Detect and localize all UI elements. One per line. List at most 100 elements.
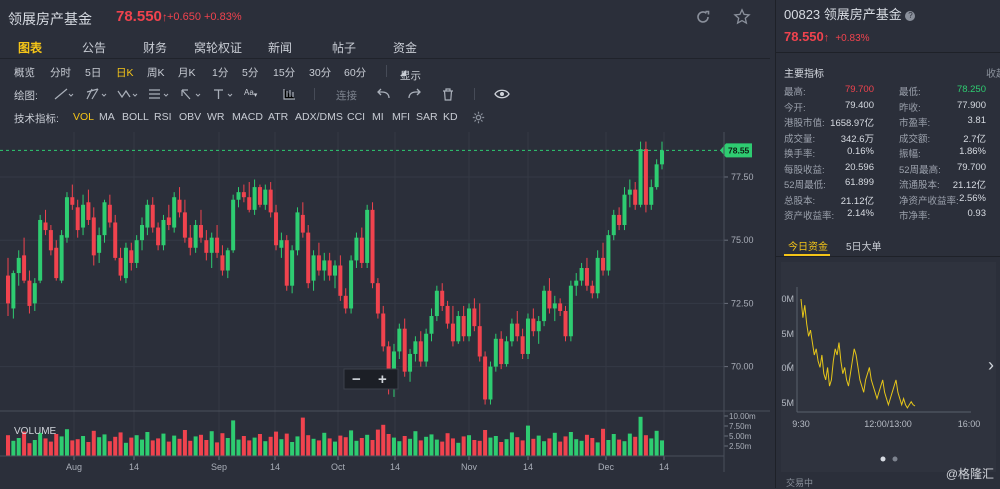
- eye-icon[interactable]: [494, 88, 510, 103]
- period-60min[interactable]: 60分: [344, 65, 366, 80]
- period-overview[interactable]: 概览: [14, 65, 35, 80]
- volume-bar: [606, 440, 611, 456]
- stock-change: +0.650 +0.83%: [167, 11, 242, 23]
- settings-gear-icon[interactable]: [472, 111, 485, 127]
- candle-body: [365, 209, 370, 263]
- tab-capital[interactable]: 资金: [393, 39, 417, 56]
- arrow-tool-icon[interactable]: [180, 88, 202, 103]
- volume-bar: [391, 437, 396, 456]
- period-15min[interactable]: 15分: [273, 65, 295, 80]
- stat-value: 20.596: [844, 161, 874, 173]
- indicator-mi[interactable]: MI: [372, 111, 384, 123]
- tab-news[interactable]: 新闻: [268, 39, 292, 56]
- stats-collapse-button[interactable]: 收起: [986, 65, 1000, 80]
- stat-value: 1658.97亿: [830, 118, 874, 129]
- tab-posts[interactable]: 帖子: [332, 39, 356, 56]
- pager-dot[interactable]: [892, 456, 898, 462]
- connect-tool[interactable]: 连接: [336, 88, 357, 103]
- volume-bar: [123, 442, 128, 456]
- zoom-in-button[interactable]: +: [378, 371, 387, 388]
- main-tabs: 图表 公告 财务 窝轮权证 新闻 帖子 资金: [0, 36, 770, 59]
- trash-icon[interactable]: [442, 88, 454, 104]
- stat-value: 0.16%: [847, 146, 874, 157]
- candle-body: [22, 255, 27, 281]
- star-icon[interactable]: [733, 8, 751, 31]
- zoom-out-button[interactable]: −: [352, 371, 361, 388]
- period-5day[interactable]: 5日: [85, 65, 101, 80]
- indicator-mfi[interactable]: MFI: [392, 111, 410, 123]
- candle-body: [343, 295, 348, 309]
- indicator-adx[interactable]: ADX/DMS: [295, 111, 343, 123]
- tab-chart[interactable]: 图表: [18, 39, 42, 56]
- indicator-vol[interactable]: VOL: [73, 111, 94, 123]
- candle-body: [11, 273, 16, 309]
- fib-tool-icon[interactable]: [148, 88, 170, 103]
- candle-body: [429, 316, 434, 334]
- volume-bar: [6, 435, 10, 456]
- tab-financials[interactable]: 财务: [143, 39, 167, 56]
- indicator-cci[interactable]: CCI: [347, 111, 365, 123]
- period-intraday[interactable]: 分时: [50, 65, 71, 80]
- stock-price: 78.550↑: [116, 8, 168, 25]
- undo-icon[interactable]: [376, 88, 390, 103]
- candle-body: [27, 280, 32, 306]
- indicator-ma[interactable]: MA: [99, 111, 115, 123]
- volume-bar: [375, 429, 380, 456]
- indicator-wr[interactable]: WR: [207, 111, 225, 123]
- candle-body: [633, 189, 638, 205]
- indicator-kd[interactable]: KD: [443, 111, 458, 123]
- side-panel: 00823 领展房产基金 ? 78.550↑ +0.83% 主要指标 收起 最高…: [775, 0, 1000, 488]
- indicator-rsi[interactable]: RSI: [154, 111, 172, 123]
- period-monthly-k[interactable]: 月K: [178, 65, 196, 80]
- period-weekly-k[interactable]: 周K: [147, 65, 165, 80]
- prev-arrow-icon[interactable]: ‹: [786, 355, 792, 376]
- candle-body: [477, 326, 482, 357]
- font-size-tool-icon[interactable]: Aa ▾: [244, 88, 257, 99]
- candle-body: [172, 197, 177, 228]
- period-30min[interactable]: 30分: [309, 65, 331, 80]
- candle-body: [547, 290, 552, 309]
- candle-body: [445, 305, 450, 324]
- volume-bar: [172, 435, 177, 456]
- indicator-sar[interactable]: SAR: [416, 111, 438, 123]
- volume-bar: [509, 432, 514, 456]
- refresh-icon[interactable]: [694, 8, 712, 31]
- candle-body: [660, 150, 664, 165]
- period-5min[interactable]: 5分: [242, 65, 258, 80]
- channel-tool-icon[interactable]: [86, 88, 108, 103]
- tab-today-fund[interactable]: 今日资金: [788, 238, 828, 253]
- period-1min[interactable]: 1分: [212, 65, 228, 80]
- candle-body: [220, 255, 225, 271]
- fund-card: 30M25M20M15M9:3012:00/13:0016:00: [776, 262, 996, 472]
- volume-bar: [542, 441, 547, 456]
- redo-icon[interactable]: [408, 88, 422, 103]
- price-tick-label: 72.50: [731, 298, 754, 308]
- price-tick-label: 77.50: [731, 172, 754, 182]
- fund-y-label: 15M: [781, 398, 794, 408]
- next-arrow-icon[interactable]: ›: [988, 355, 994, 376]
- info-icon[interactable]: ?: [905, 11, 916, 21]
- candlestick-chart[interactable]: 77.50 75.00 72.50 70.00 10.00m7.50m5.00m2.50…: [0, 132, 770, 488]
- tab-warrants[interactable]: 窝轮权证: [194, 39, 242, 56]
- tab-5day-block[interactable]: 5日大单: [846, 238, 882, 253]
- volume-bar: [531, 438, 536, 456]
- line-tool-icon[interactable]: [54, 88, 74, 103]
- stat-value: 3.81: [967, 115, 987, 126]
- volume-bar: [182, 430, 187, 456]
- measure-tool-icon[interactable]: [282, 88, 296, 103]
- candle-body: [520, 336, 525, 354]
- indicator-obv[interactable]: OBV: [179, 111, 201, 123]
- tab-announcements[interactable]: 公告: [82, 39, 106, 56]
- indicator-macd[interactable]: MACD: [232, 111, 263, 123]
- candle-body: [257, 187, 262, 205]
- indicator-boll[interactable]: BOLL: [122, 111, 149, 123]
- candle-body: [579, 268, 584, 281]
- candle-body: [129, 250, 134, 263]
- wave-tool-icon[interactable]: [117, 88, 139, 103]
- indicator-atr[interactable]: ATR: [268, 111, 288, 123]
- candle-body: [306, 232, 311, 284]
- text-tool-icon[interactable]: [212, 88, 234, 103]
- volume-bar: [48, 441, 53, 456]
- period-daily-k[interactable]: 日K: [116, 65, 134, 80]
- pager-dot-active[interactable]: [880, 456, 886, 462]
